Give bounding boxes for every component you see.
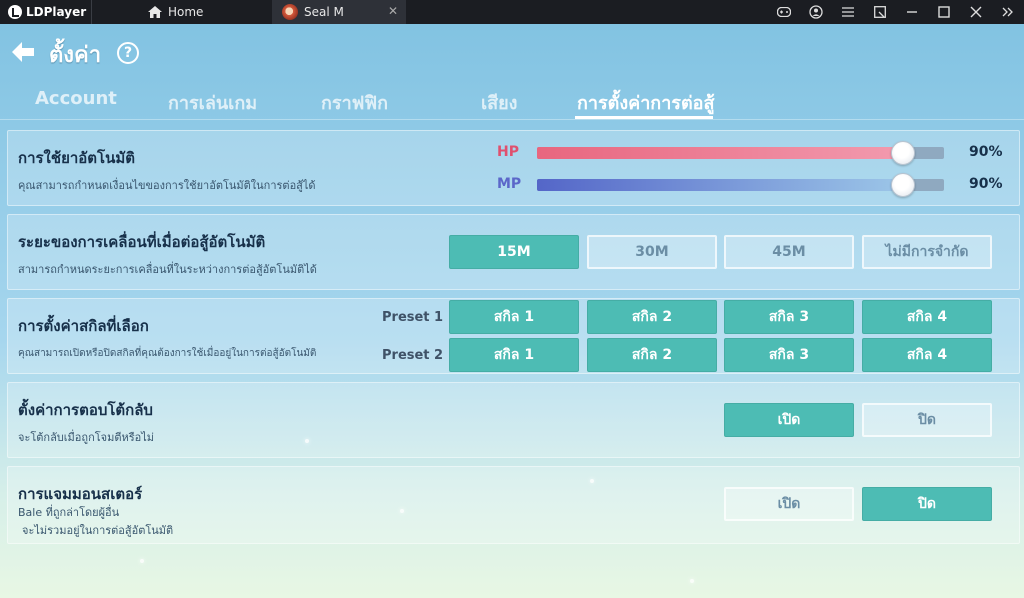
seal-m-game-icon: [282, 4, 298, 20]
help-icon[interactable]: ?: [117, 42, 139, 64]
preset-1-skill-2-button[interactable]: สกิล 2: [587, 300, 717, 334]
hp-slider[interactable]: [537, 141, 944, 165]
hp-slider-handle[interactable]: [891, 141, 915, 165]
counter-section: ตั้งค่าการตอบโต้กลับ จะโต้กลับเมื่อถูกโจ…: [7, 382, 1020, 458]
menu-icon[interactable]: [832, 0, 864, 24]
monster-jam-off-button[interactable]: ปิด: [862, 487, 992, 521]
tab-account[interactable]: Account: [35, 88, 117, 109]
range-30m-button[interactable]: 30M: [587, 235, 717, 269]
preset-1-skill-3-button[interactable]: สกิล 3: [724, 300, 854, 334]
window-titlebar: LDPlayer Home Seal M ✕: [0, 0, 1024, 24]
ldplayer-logo-icon: [8, 5, 22, 19]
tab-gameplay[interactable]: การเล่นเกม: [168, 88, 257, 117]
tab-sound[interactable]: เสียง: [481, 88, 517, 117]
move-range-section: ระยะของการเคลื่อนที่เมื่อต่อสู้อัตโนมัติ…: [7, 214, 1020, 290]
hp-label: HP: [497, 144, 519, 160]
home-tab[interactable]: Home: [92, 0, 272, 24]
close-tab-icon[interactable]: ✕: [388, 4, 398, 18]
monster-jam-title: การแจมมอนสเตอร์: [18, 485, 143, 503]
gamepad-icon[interactable]: [768, 0, 800, 24]
page-title: ตั้งค่า: [49, 43, 102, 68]
tab-combat-settings[interactable]: การตั้งค่าการต่อสู้: [577, 88, 714, 117]
settings-header: ตั้งค่า ? Account การเล่นเกม กราฟฟิก เสี…: [0, 24, 1024, 119]
back-arrow-icon[interactable]: [10, 40, 36, 64]
home-icon: [148, 6, 162, 18]
preset-2-skill-4-button[interactable]: สกิล 4: [862, 338, 992, 372]
settings-tabs: Account การเล่นเกม กราฟฟิก เสียง การตั้ง…: [0, 84, 1024, 120]
monster-jam-desc-line2: จะไม่รวมอยู่ในการต่อสู้อัตโนมัติ: [22, 524, 174, 537]
sparkle-decoration: [690, 579, 694, 583]
expand-icon[interactable]: [992, 0, 1024, 24]
game-tab-label: Seal M: [304, 5, 344, 19]
monster-jam-on-button[interactable]: เปิด: [724, 487, 854, 521]
account-icon[interactable]: [800, 0, 832, 24]
divider: [0, 119, 1024, 120]
skill-preset-desc: คุณสามารถเปิดหรือปิดสกิลที่คุณต้องการใช้…: [18, 348, 317, 359]
mp-value: 90%: [969, 176, 1003, 192]
game-tab[interactable]: Seal M ✕: [272, 0, 406, 24]
preset-1-skill-1-button[interactable]: สกิล 1: [449, 300, 579, 334]
preset-1-skill-4-button[interactable]: สกิล 4: [862, 300, 992, 334]
home-tab-label: Home: [168, 5, 204, 19]
hp-slider-fill: [537, 147, 903, 159]
move-range-desc: สามารถกำหนดระยะการเคลื่อนที่ในระหว่างการ…: [18, 263, 317, 276]
preset-1-label: Preset 1: [382, 310, 444, 325]
counter-off-button[interactable]: ปิด: [862, 403, 992, 437]
hp-value: 90%: [969, 144, 1003, 160]
monster-jam-desc-line1: Bale ที่ถูกล่าโดยผู้อื่น: [18, 506, 120, 519]
counter-desc: จะโต้กลับเมื่อถูกโจมตีหรือไม่: [18, 431, 155, 444]
range-unlimited-button[interactable]: ไม่มีการจำกัด: [862, 235, 992, 269]
monster-jam-section: การแจมมอนสเตอร์ Bale ที่ถูกล่าโดยผู้อื่น…: [7, 466, 1020, 544]
window-controls: [768, 0, 1024, 24]
counter-title: ตั้งค่าการตอบโต้กลับ: [18, 401, 153, 419]
close-icon[interactable]: [960, 0, 992, 24]
settings-screen: ตั้งค่า ? Account การเล่นเกม กราฟฟิก เสี…: [0, 24, 1024, 598]
minimize-icon[interactable]: [896, 0, 928, 24]
mp-slider-fill: [537, 179, 903, 191]
range-15m-button[interactable]: 15M: [449, 235, 579, 269]
skill-preset-section: การตั้งค่าสกิลที่เลือก คุณสามารถเปิดหรือ…: [7, 298, 1020, 374]
preset-2-label: Preset 2: [382, 348, 444, 363]
mp-slider[interactable]: [537, 173, 944, 197]
maximize-icon[interactable]: [928, 0, 960, 24]
range-45m-button[interactable]: 45M: [724, 235, 854, 269]
mp-label: MP: [497, 176, 522, 192]
app-logo: LDPlayer: [0, 0, 92, 24]
auto-potion-title: การใช้ยาอัตโนมัติ: [18, 149, 135, 167]
preset-2-skill-1-button[interactable]: สกิล 1: [449, 338, 579, 372]
auto-potion-section: การใช้ยาอัตโนมัติ คุณสามารถกำหนดเงื่อนไข…: [7, 130, 1020, 206]
sparkle-decoration: [140, 559, 144, 563]
preset-2-skill-3-button[interactable]: สกิล 3: [724, 338, 854, 372]
resize-icon[interactable]: [864, 0, 896, 24]
app-name: LDPlayer: [26, 5, 87, 19]
skill-preset-title: การตั้งค่าสกิลที่เลือก: [18, 317, 149, 335]
counter-on-button[interactable]: เปิด: [724, 403, 854, 437]
move-range-title: ระยะของการเคลื่อนที่เมื่อต่อสู้อัตโนมัติ: [18, 233, 266, 251]
tab-graphics[interactable]: กราฟฟิก: [321, 88, 388, 117]
preset-2-skill-2-button[interactable]: สกิล 2: [587, 338, 717, 372]
auto-potion-desc: คุณสามารถกำหนดเงื่อนไขของการใช้ยาอัตโนมั…: [18, 179, 316, 192]
mp-slider-handle[interactable]: [891, 173, 915, 197]
